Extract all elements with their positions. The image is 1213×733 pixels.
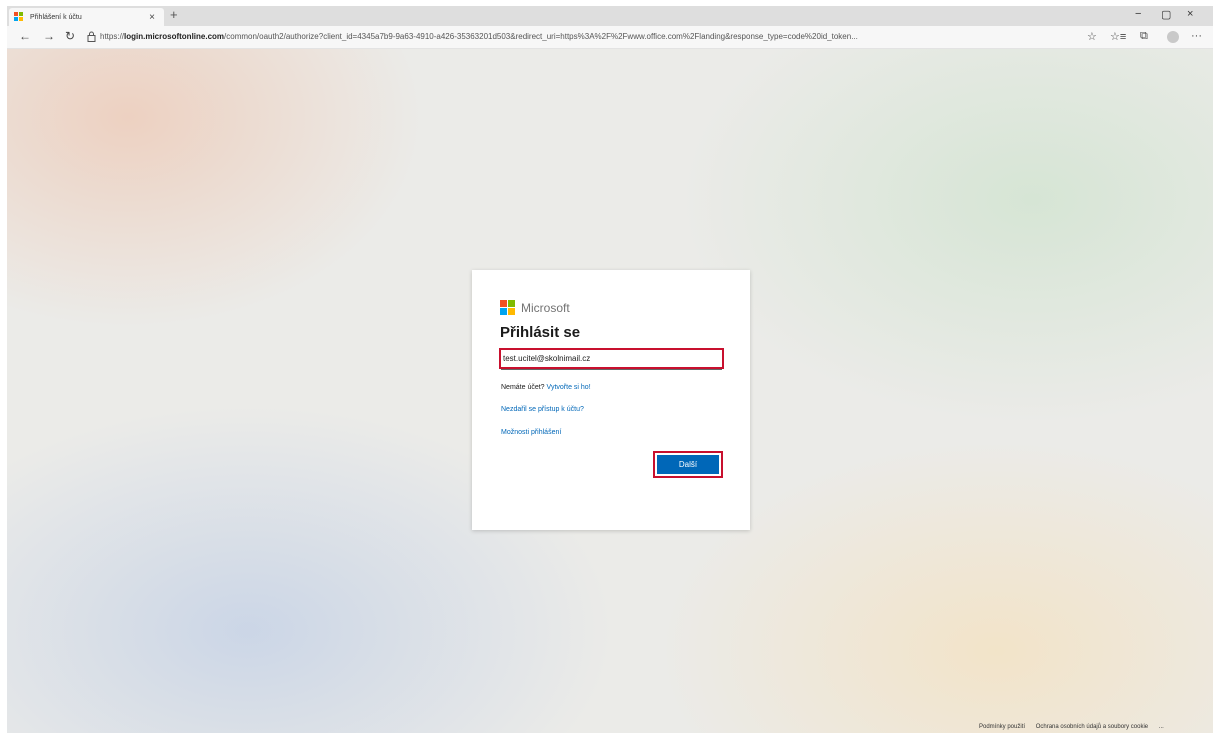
email-highlight-box [499, 348, 724, 369]
email-field[interactable] [501, 354, 722, 363]
address-url[interactable]: https://login.microsoftonline.com/common… [100, 32, 1075, 41]
page-title: Přihlásit se [500, 324, 581, 341]
profile-avatar[interactable] [1167, 31, 1179, 43]
restore-icon[interactable]: ▢ [1161, 8, 1171, 21]
page-footer: Podmínky použití Ochrana osobních údajů … [979, 724, 1173, 730]
page-viewport: Microsoft Přihlásit se Nemáte účet? Vytv… [7, 49, 1213, 733]
forward-icon[interactable]: → [43, 29, 55, 43]
microsoft-logo-icon [500, 300, 515, 315]
email-underline [501, 369, 722, 370]
window-close-icon[interactable]: × [1187, 8, 1193, 20]
collections-icon[interactable]: ⧉ [1140, 30, 1148, 43]
next-button-highlight: Další [653, 451, 723, 478]
microsoft-favicon-icon [14, 12, 24, 22]
browser-tab[interactable]: Přihlášení k účtu × [9, 8, 164, 26]
signin-options-link[interactable]: Možnosti přihlášení [501, 429, 561, 436]
create-account-link[interactable]: Vytvořte si ho! [547, 384, 591, 391]
footer-more-icon[interactable]: ... [1159, 724, 1164, 730]
cant-access-account-link[interactable]: Nezdařil se přístup k účtu? [501, 406, 584, 413]
more-menu-icon[interactable]: ··· [1191, 30, 1202, 42]
signin-card: Microsoft Přihlásit se Nemáte účet? Vytv… [472, 270, 750, 530]
no-account-line: Nemáte účet? Vytvořte si ho! [501, 384, 591, 391]
tab-title: Přihlášení k účtu [30, 13, 82, 21]
next-button[interactable]: Další [657, 455, 719, 474]
favorites-list-icon[interactable]: ☆≡ [1110, 30, 1126, 43]
favorite-star-icon[interactable]: ☆ [1087, 30, 1097, 43]
new-tab-icon[interactable]: + [170, 7, 178, 22]
browser-window: Přihlášení k účtu × + − ▢ × ← → ↻ https:… [7, 6, 1213, 733]
minimize-icon[interactable]: − [1135, 8, 1141, 20]
address-bar-row: ← → ↻ https://login.microsoftonline.com/… [7, 26, 1213, 49]
no-account-text: Nemáte účet? [501, 384, 545, 391]
microsoft-logo: Microsoft [500, 300, 570, 315]
tab-strip: Přihlášení k účtu × + − ▢ × [7, 6, 1213, 26]
logo-text: Microsoft [521, 300, 570, 315]
privacy-link[interactable]: Ochrana osobních údajů a soubory cookie [1036, 724, 1148, 730]
terms-link[interactable]: Podmínky použití [979, 724, 1025, 730]
refresh-icon[interactable]: ↻ [65, 29, 75, 43]
back-icon[interactable]: ← [19, 29, 31, 43]
tab-close-icon[interactable]: × [149, 12, 155, 23]
lock-icon[interactable] [87, 31, 96, 42]
